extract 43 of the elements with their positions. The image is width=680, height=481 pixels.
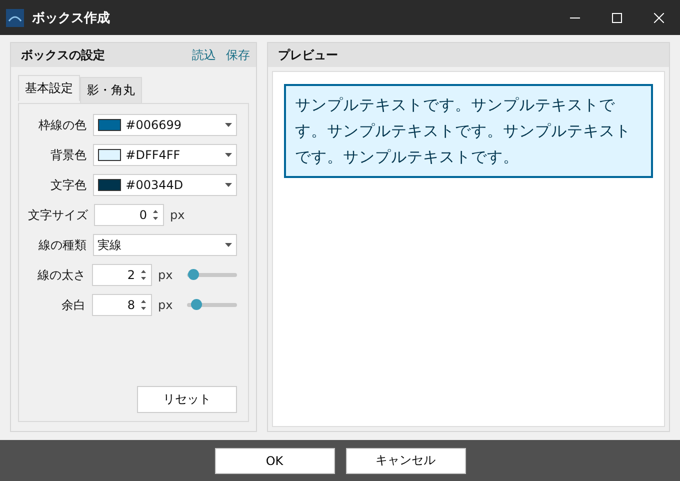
color-swatch-icon bbox=[98, 149, 121, 161]
slider-thumb[interactable] bbox=[188, 269, 199, 280]
unit-label: px bbox=[170, 208, 185, 222]
sample-text-box: サンプルテキストです。サンプルテキストです。サンプルテキストです。サンプルテキストです。サンプルテキストです。 bbox=[284, 84, 653, 178]
color-swatch-icon bbox=[98, 179, 121, 191]
number-spinner[interactable]: 8 bbox=[92, 294, 152, 316]
dialog-button[interactable]: OK bbox=[214, 448, 334, 474]
field-label: 背景色 bbox=[50, 146, 87, 164]
panel-title: プレビュー bbox=[278, 46, 339, 64]
caret-icon bbox=[225, 243, 232, 247]
reset-button[interactable]: リセット bbox=[137, 386, 237, 413]
field-label: 線の太さ bbox=[36, 266, 86, 284]
line-style-dropdown[interactable]: 実線 bbox=[92, 234, 237, 256]
spin-arrows-icon[interactable] bbox=[140, 268, 147, 282]
field-label: 枠線の色 bbox=[38, 116, 87, 134]
caret-icon bbox=[225, 183, 232, 187]
field-label: 余白 bbox=[60, 296, 86, 314]
panel-title: ボックスの設定 bbox=[21, 46, 106, 64]
color-dropdown[interactable]: #006699 bbox=[92, 114, 237, 136]
spin-arrows-icon[interactable] bbox=[140, 298, 147, 312]
close-icon bbox=[654, 12, 664, 22]
color-swatch-icon bbox=[98, 119, 121, 131]
header-link[interactable]: 読込 bbox=[192, 46, 216, 64]
dialog-button[interactable]: キャンセル bbox=[346, 448, 466, 474]
slider-thumb[interactable] bbox=[190, 299, 202, 310]
caret-icon bbox=[225, 153, 232, 157]
tab[interactable]: 基本設定 bbox=[18, 75, 80, 101]
tab[interactable]: 影・角丸 bbox=[80, 77, 142, 103]
field-label: 文字色 bbox=[50, 176, 87, 194]
unit-label: px bbox=[158, 298, 173, 312]
number-spinner[interactable]: 0 bbox=[94, 204, 164, 226]
app-logo-icon bbox=[6, 8, 24, 26]
maximize-icon bbox=[612, 12, 622, 22]
number-spinner[interactable]: 2 bbox=[92, 264, 152, 286]
field-label: 文字サイズ bbox=[27, 206, 88, 224]
color-dropdown[interactable]: #DFF4FF bbox=[92, 144, 237, 166]
window-title: ボックス作成 bbox=[32, 10, 111, 26]
header-link[interactable]: 保存 bbox=[226, 46, 250, 64]
field-label: 線の種類 bbox=[38, 236, 87, 254]
unit-label: px bbox=[158, 268, 173, 282]
caret-icon bbox=[225, 123, 232, 127]
color-dropdown[interactable]: #00344D bbox=[92, 174, 237, 196]
spin-arrows-icon[interactable] bbox=[152, 208, 159, 222]
